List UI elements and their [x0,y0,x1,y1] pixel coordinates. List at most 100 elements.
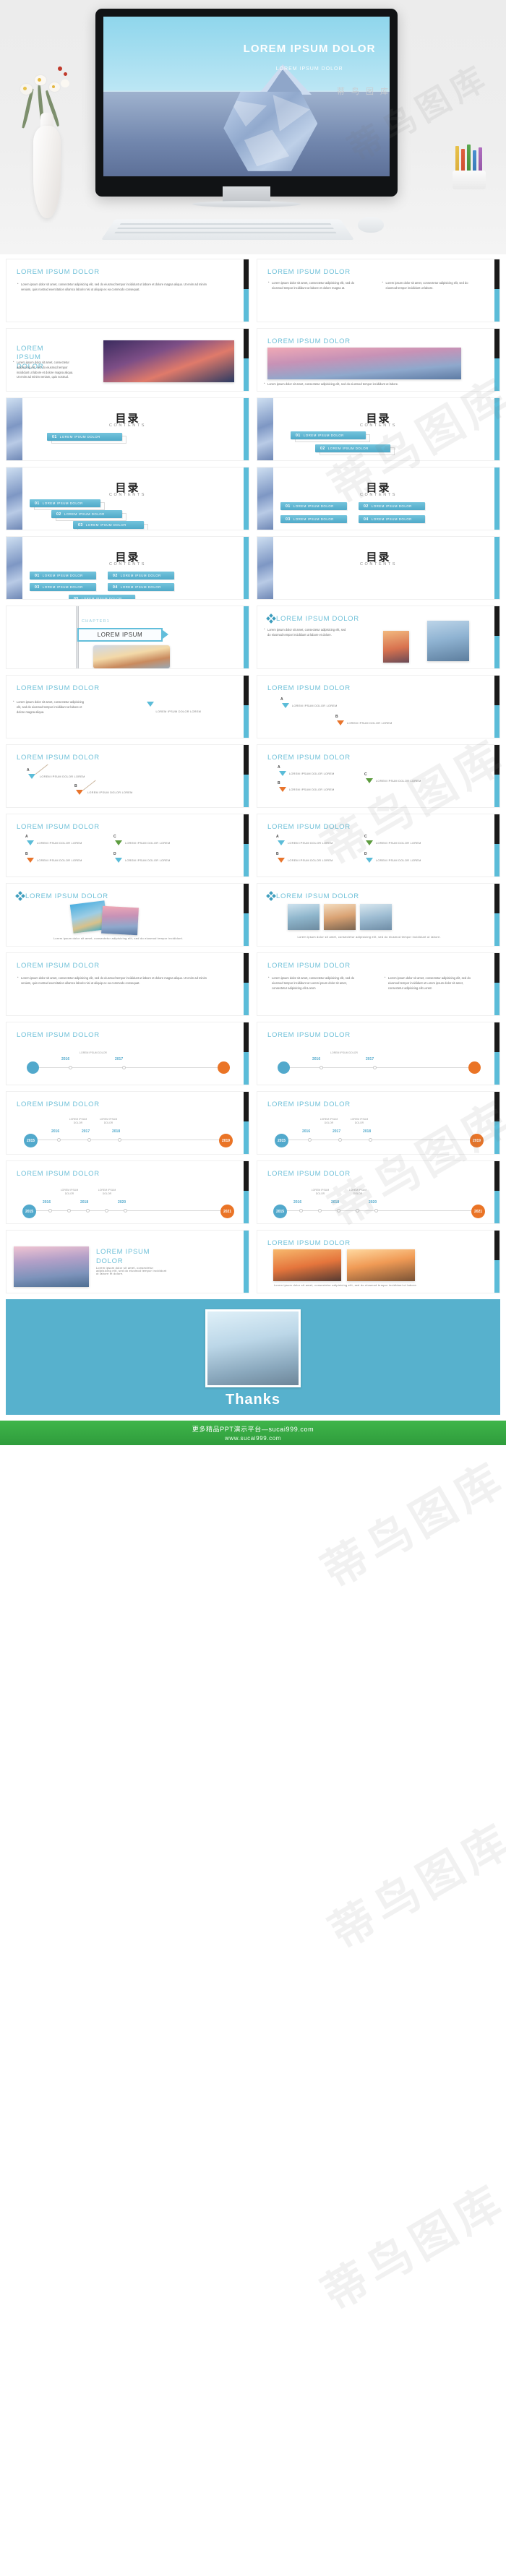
slide-caption: Lorem ipsum dolor sit amet, consectetur … [53,937,184,940]
slide-thumbnail[interactable]: LOREM IPSUM DOLOR A LOREM IPSUM DOLOR LO… [257,814,500,877]
thanks-slide[interactable]: Thanks [6,1299,500,1415]
slide-thumbnail[interactable]: LOREM IPSUM DOLOR 2016 2017 LOREM IPSUM … [6,1022,249,1085]
timeline-start-marker: 2015 [22,1205,36,1218]
contents-item-num: 01 [286,504,291,509]
slide-image [267,348,461,379]
slide-body: Lorem ipsum dolor sit amet, consectetur … [17,282,210,293]
slide-thumbnail[interactable]: LOREM IPSUM DOLOR Lorem ipsum dolor sit … [257,259,500,322]
slide-thumbnail[interactable]: LOREM IPSUM DOLOR Lorem ipsum dolor sit … [6,328,249,392]
marker-label: LOREM IPSUM DOLOR LOREM [125,859,171,862]
slide-thumbnail[interactable]: LOREM IPSUM DOLOR A LOREM IPSUM DOLOR LO… [6,744,249,808]
slide-thumbnail[interactable]: LOREM IPSUM DOLOR Lorem ipsum dolor sit … [257,606,500,669]
contents-item-num: 01 [35,573,40,578]
slide-thumbnail[interactable]: 目录 CONTENTS 01 LOREM IPSUM DOLOR 02 LORE… [6,536,249,600]
contents-item[interactable]: 02 LOREM IPSUM DOLOR [315,444,390,452]
slide-title: LOREM IPSUM DOLOR [17,1170,100,1178]
timeline-year: 2016 [61,1057,70,1061]
timeline-year: 2020 [369,1200,377,1205]
marker-label: LOREM IPSUM DOLOR LOREM [289,772,335,775]
watermark-text: 蒂鸟图库 [321,1814,506,1959]
slide-caption: LOREM IPSUM DOLOR LOREM [292,705,338,707]
slide-caption: Lorem ipsum dolor sit amet, consectetur … [297,936,441,939]
slide-title: LOREM IPSUM DOLOR [267,268,351,276]
slide-thumbnail[interactable]: LOREM IPSUM DOLOR A LOREM IPSUM DOLOR LO… [257,675,500,738]
contents-item-num: 02 [56,512,61,517]
contents-heading-en: CONTENTS [359,423,398,428]
promo-line-2: www.sucai999.com [224,1435,282,1442]
slide-thumbnail[interactable]: LOREM IPSUM DOLOR Lorem ipsum dolor sit … [257,1230,500,1293]
contents-item-label: LOREM IPSUM DOLOR [42,585,83,589]
slide-thumbnail[interactable]: LOREM IPSUM DOLOR 2015 2019 2016 2017 20… [6,1091,249,1155]
timeline-year: 2017 [333,1129,341,1134]
slide-thumbnail[interactable]: 目录 CONTENTS [257,536,500,600]
timeline-year: 2016 [43,1200,51,1205]
contents-item[interactable]: 02 LOREM IPSUM DOLOR [108,572,174,580]
slide-image [93,645,170,668]
marker-label: LOREM IPSUM DOLOR LOREM [288,842,333,845]
slide-thumbnail[interactable]: 目录 CONTENTS 01 LOREM IPSUM DOLOR 02 LORE… [257,467,500,530]
slide-image [347,1249,415,1281]
slide-thumbnail-chapter[interactable]: CHAPTER1 LOREM IPSUM [6,606,249,669]
slide-thumbnail[interactable]: LOREM IPSUM DOLOR LOREM IPSUM DOLOR LORE… [6,675,249,738]
slide-body: Lorem ipsum dolor sit amet, consectetur … [96,1267,167,1275]
slide-thumbnail[interactable]: 目录 CONTENTS 01 LOREM IPSUM DOLOR 02 LORE… [257,397,500,461]
slide-thumbnail[interactable]: LOREM IPSUM DOLOR 2015 2021 2016 2018 20… [257,1160,500,1224]
monitor-mockup: LOREM IPSUM DOLOR LOREM IPSUM DOLOR [95,9,398,197]
contents-heading-en: CONTENTS [359,493,398,497]
timeline-year: 2017 [366,1057,374,1061]
contents-item[interactable]: 04 LOREM IPSUM DOLOR [108,583,174,591]
contents-item-num: 02 [113,573,118,578]
contents-item[interactable]: 02 LOREM IPSUM DOLOR [51,510,122,518]
contents-item[interactable]: 05 LOREM IPSUM DOLOR [69,595,135,600]
slide-thumbnail[interactable]: LOREM IPSUM DOLOR Lorem ipsum dolor sit … [257,952,500,1016]
contents-item[interactable]: 02 LOREM IPSUM DOLOR [359,502,425,510]
contents-item[interactable]: 03 LOREM IPSUM DOLOR [30,583,96,591]
contents-item[interactable]: 01 LOREM IPSUM DOLOR [291,431,366,439]
marker-label: LOREM IPSUM DOLOR LOREM [87,791,133,794]
timeline-end-marker [218,1061,230,1074]
contents-item[interactable]: 04 LOREM IPSUM DOLOR [359,515,425,523]
contents-item[interactable]: 03 LOREM IPSUM DOLOR [73,521,144,529]
promo-line-1: 更多精品PPT演示平台—sucai999.com [192,1426,314,1433]
slide-thumbnail[interactable]: LOREM IPSUM DOLOR Lorem ipsum dolor sit … [257,328,500,392]
slide-thumbnail[interactable]: LOREM IPSUM DOLOR 2015 2021 2016 2018 20… [6,1160,249,1224]
slide-title: LOREM IPSUM DOLOR [17,754,100,762]
contents-item-label: LOREM IPSUM DOLOR [120,585,161,589]
contents-item[interactable]: 01 LOREM IPSUM DOLOR [280,502,347,510]
timeline-caption: LOREM IPSUM DOLOR [99,1118,118,1125]
slide-title: LOREM IPSUM DOLOR [17,962,100,970]
slide-thumbnail[interactable]: LOREM IPSUM DOLOR 2016 2017 LOREM IPSUM … [257,1022,500,1085]
slide-body: Lorem ipsum dolor sit amet, consectetur … [385,975,476,991]
timeline-year: 2016 [302,1129,311,1134]
slide-thumbnail[interactable]: LOREM IPSUM DOLOR Lorem ipsum dolor sit … [6,1230,249,1293]
chevron-right-icon [163,630,168,639]
marker-label: LOREM IPSUM DOLOR LOREM [125,842,171,845]
contents-item-label: LOREM IPSUM DOLOR [81,597,122,600]
slide-thumbnail[interactable]: 目录 CONTENTS 01 LOREM IPSUM DOLOR [6,397,249,461]
monitor-stand-neck [223,186,270,202]
slide-title: LOREM IPSUM DOLOR [267,1239,351,1247]
slide-thumbnail[interactable]: LOREM IPSUM DOLOR Lorem ipsum dolor sit … [6,259,249,322]
contents-item[interactable]: 01 LOREM IPSUM DOLOR [47,433,122,441]
contents-item-num: 01 [35,501,40,506]
slide-thumbnail[interactable]: LOREM IPSUM DOLOR Lorem ipsum dolor sit … [6,883,249,947]
slide-thumbnail[interactable]: LOREM IPSUM DOLOR 2015 2019 2016 2017 20… [257,1091,500,1155]
slide-thumbnail[interactable]: LOREM IPSUM DOLOR Lorem ipsum dolor sit … [6,952,249,1016]
vase-flowers-decor [13,56,80,223]
slide-thumbnail[interactable]: LOREM IPSUM DOLOR A LOREM IPSUM DOLOR LO… [6,814,249,877]
slide-thumbnail[interactable]: LOREM IPSUM DOLOR A LOREM IPSUM DOLOR LO… [257,744,500,808]
slide-title: LOREM IPSUM DOLOR [17,1031,100,1039]
contents-item[interactable]: 01 LOREM IPSUM DOLOR [30,499,100,507]
pencil-cup-decor [448,145,490,189]
slide-thumbnail[interactable]: 目录 CONTENTS 01 LOREM IPSUM DOLOR 02 LORE… [6,467,249,530]
contents-item[interactable]: 01 LOREM IPSUM DOLOR [30,572,96,580]
timeline-year: 2016 [51,1129,60,1134]
slide-thumbnail-grid: LOREM IPSUM DOLOR Lorem ipsum dolor sit … [0,254,506,1293]
contents-item[interactable]: 03 LOREM IPSUM DOLOR [280,515,347,523]
timeline-year: 2018 [363,1129,372,1134]
thanks-text: Thanks [225,1392,281,1408]
promo-banner[interactable]: 更多精品PPT演示平台—sucai999.com www.sucai999.co… [0,1421,506,1445]
contents-item-num: 02 [320,446,325,451]
slide-body: Lorem ipsum dolor sit amet, consectetur … [264,382,461,387]
slide-thumbnail[interactable]: LOREM IPSUM DOLOR Lorem ipsum dolor sit … [257,883,500,947]
